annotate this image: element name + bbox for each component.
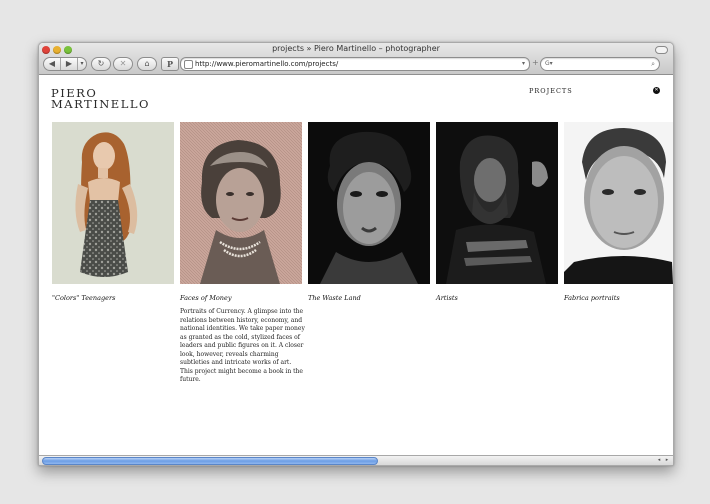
scroll-arrows: ◂ ▸ bbox=[655, 456, 671, 465]
browser-toolbar: ◀ ▶ ▾ ↻ ✕ ⌂ P http://www.pieromartinello… bbox=[43, 57, 669, 71]
teenager-portrait-image bbox=[52, 122, 174, 284]
faces-of-money-description: Portraits of Currency. A glimpse into th… bbox=[180, 308, 305, 383]
window-title: projects » Piero Martinello – photograph… bbox=[272, 44, 440, 53]
site-logo[interactable]: PIERO MARTINELLO bbox=[51, 87, 150, 111]
url-dropdown-icon[interactable]: ▾ bbox=[522, 58, 525, 70]
history-menu-icon[interactable]: ▾ bbox=[78, 58, 86, 70]
caption-the-waste-land[interactable]: The Waste Land bbox=[308, 294, 361, 302]
waste-land-portrait-image bbox=[308, 122, 430, 284]
project-photo-artists[interactable] bbox=[436, 122, 558, 284]
add-bookmark-icon[interactable]: + bbox=[532, 58, 539, 68]
browser-window: projects » Piero Martinello – photograph… bbox=[38, 42, 674, 466]
web-page: PIERO MARTINELLO PROJECTS ✕ "Colors" Tee… bbox=[39, 75, 673, 456]
forward-button[interactable]: ▶ bbox=[61, 58, 78, 70]
back-button[interactable]: ◀ bbox=[44, 58, 61, 70]
project-photo-fabrica-portraits[interactable] bbox=[564, 122, 673, 284]
project-photo-colors-teenagers[interactable] bbox=[52, 122, 174, 284]
logo-line-2: MARTINELLO bbox=[51, 97, 150, 111]
stop-button[interactable]: ✕ bbox=[113, 57, 133, 71]
nav-projects-link[interactable]: PROJECTS bbox=[529, 87, 573, 95]
bookmark-p-button[interactable]: P bbox=[161, 57, 179, 71]
project-photo-faces-of-money[interactable] bbox=[180, 122, 302, 284]
home-button[interactable]: ⌂ bbox=[137, 57, 157, 71]
caption-artists[interactable]: Artists bbox=[436, 294, 458, 302]
artist-portrait-image bbox=[436, 122, 558, 284]
title-bar: projects » Piero Martinello – photograph… bbox=[39, 43, 673, 75]
toolbar-toggle-button[interactable] bbox=[655, 46, 668, 54]
project-photo-the-waste-land[interactable] bbox=[308, 122, 430, 284]
search-engine-icon[interactable]: G▾ bbox=[545, 58, 553, 70]
close-icon[interactable]: ✕ bbox=[653, 87, 660, 94]
scrollbar-thumb[interactable] bbox=[42, 457, 378, 465]
caption-faces-of-money[interactable]: Faces of Money bbox=[180, 294, 232, 302]
banknote-portrait-image bbox=[180, 122, 302, 284]
caption-fabrica-portraits[interactable]: Fabrica portraits bbox=[564, 294, 620, 302]
scroll-left-icon[interactable]: ◂ bbox=[658, 456, 661, 465]
horizontal-scrollbar[interactable]: ◂ ▸ bbox=[39, 455, 673, 465]
scroll-right-icon[interactable]: ▸ bbox=[666, 456, 669, 465]
site-favicon-icon bbox=[184, 60, 193, 69]
caption-colors-teenagers[interactable]: "Colors" Teenagers bbox=[52, 294, 115, 302]
search-icon[interactable]: ⌕ bbox=[651, 58, 655, 70]
reload-button[interactable]: ↻ bbox=[91, 57, 111, 71]
history-nav: ◀ ▶ ▾ bbox=[43, 57, 87, 71]
fabrica-portrait-image bbox=[564, 122, 673, 284]
address-bar[interactable]: http://www.pieromartinello.com/projects/… bbox=[180, 57, 530, 71]
url-text[interactable]: http://www.pieromartinello.com/projects/ bbox=[195, 58, 338, 70]
search-field[interactable]: G▾ ⌕ bbox=[540, 57, 660, 71]
